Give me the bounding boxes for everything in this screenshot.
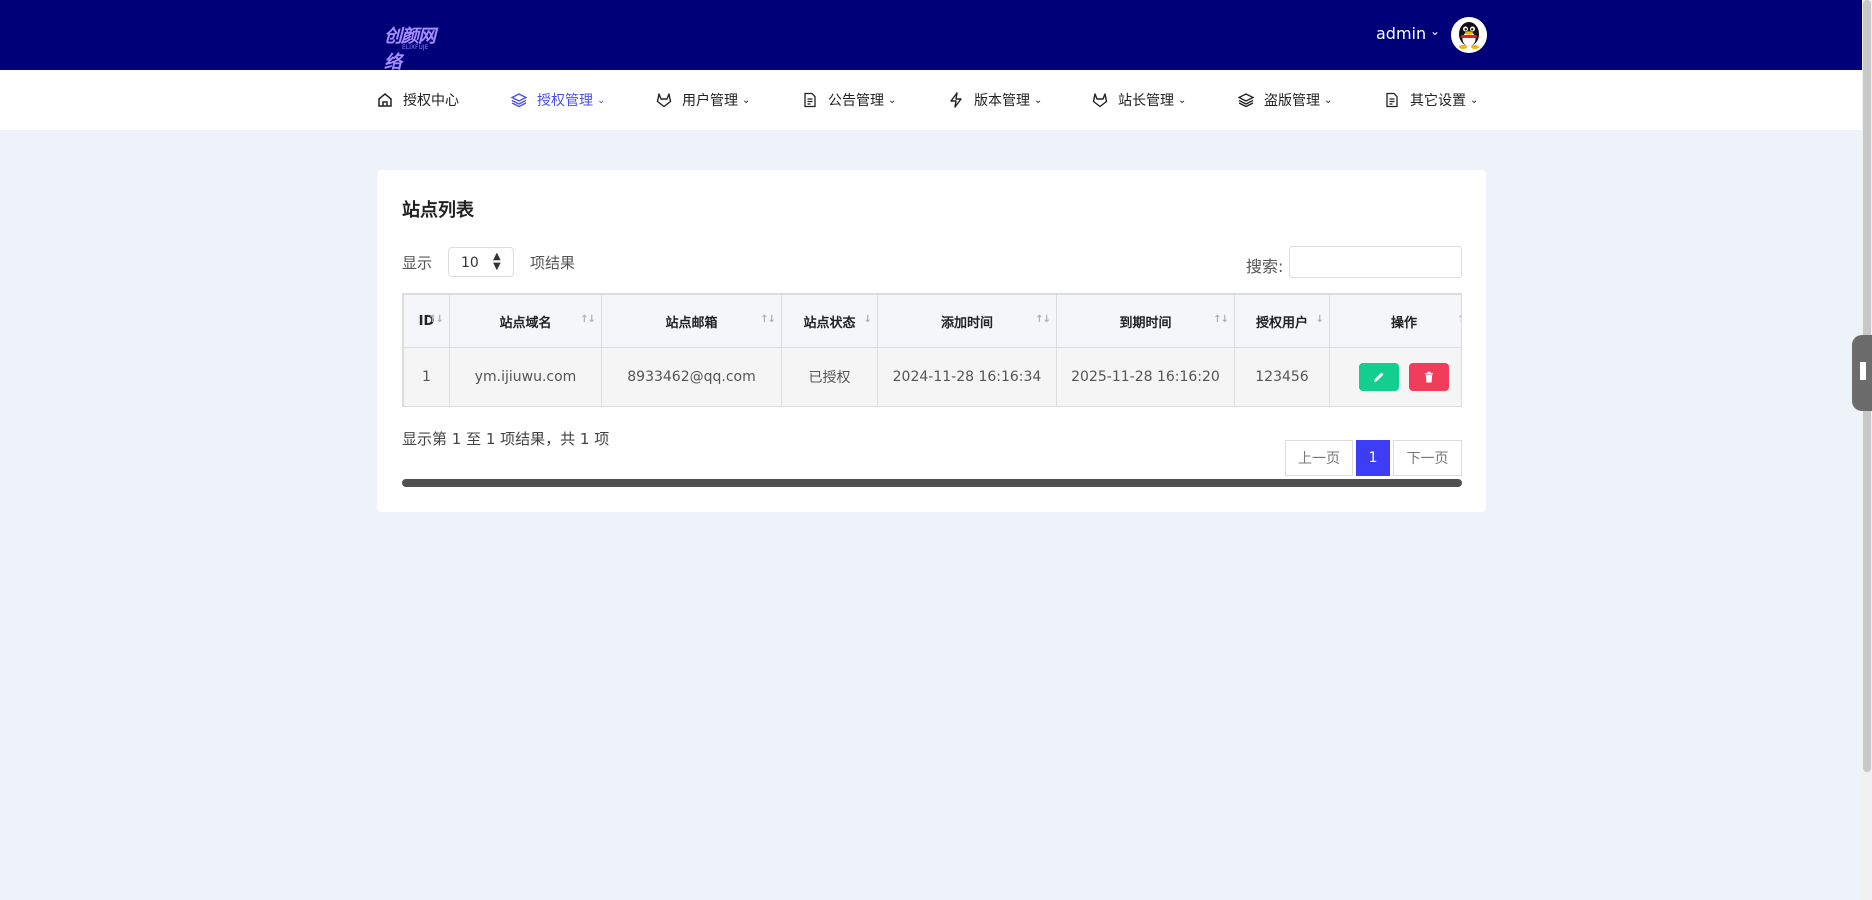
pencil-icon bbox=[1373, 372, 1384, 382]
nav-label: 盗版管理 bbox=[1264, 93, 1320, 109]
nav-item-version-manage[interactable]: 版本管理 ⌄ bbox=[948, 70, 1042, 130]
table-horizontal-scrollbar[interactable] bbox=[402, 479, 1462, 487]
nav-item-piracy-manage[interactable]: 盗版管理 ⌄ bbox=[1238, 70, 1332, 130]
search-label: 搜索: bbox=[1246, 257, 1284, 276]
sort-icon: ↓ bbox=[863, 314, 872, 325]
sort-icon: ↓ bbox=[1315, 314, 1324, 325]
cell-actions bbox=[1329, 347, 1461, 406]
cell-expires: 2025-11-28 16:16:20 bbox=[1056, 347, 1235, 406]
column-header-added[interactable]: 添加时间 ↑↓ bbox=[877, 294, 1057, 348]
file-text-icon bbox=[1386, 92, 1398, 108]
column-header-user[interactable]: 授权用户 ↓ bbox=[1234, 294, 1330, 348]
nav-label: 授权中心 bbox=[403, 93, 459, 109]
column-header-email[interactable]: 站点邮箱 ↑↓ bbox=[601, 294, 782, 348]
column-header-id[interactable]: ID ↑↓ bbox=[403, 294, 450, 348]
table-row: 1 ym.ijiuwu.com 8933462@qq.com 已授权 2024-… bbox=[403, 347, 1461, 406]
chevron-down-icon: ⌄ bbox=[1034, 94, 1043, 106]
table-info: 显示第 1 至 1 项结果，共 1 项 bbox=[402, 430, 610, 448]
chevron-down-icon: ⌄ bbox=[888, 94, 897, 106]
nav-label: 授权管理 bbox=[537, 93, 593, 109]
sort-icon: ↑↓ bbox=[1213, 314, 1229, 325]
column-header-label: 添加时间 bbox=[940, 315, 993, 331]
chevron-down-icon: ⌄ bbox=[1178, 94, 1187, 106]
nav-item-user-manage[interactable]: 用户管理 ⌄ bbox=[656, 70, 750, 130]
column-header-label: 站点邮箱 bbox=[665, 315, 718, 331]
nav-item-webmaster-manage[interactable]: 站长管理 ⌄ bbox=[1092, 70, 1186, 130]
column-header-expires[interactable]: 到期时间 ↑↓ bbox=[1056, 294, 1235, 348]
sort-icon: ↑↓ bbox=[1457, 314, 1461, 325]
page-size-value: 10 bbox=[461, 255, 479, 271]
site-table: ID ↑↓ 站点域名 ↑↓ 站点邮箱 ↑↓ 站点状态 ↓ 添加时间 ↑↓ 到期时间 ↑↓ 授… bbox=[402, 293, 1462, 407]
column-header-domain[interactable]: 站点域名 ↑↓ bbox=[449, 294, 602, 348]
file-text-icon bbox=[804, 92, 816, 108]
cell-user: 123456 bbox=[1234, 347, 1330, 406]
page-size-select[interactable]: 10 ▲ ▼ bbox=[448, 247, 514, 277]
search-input[interactable] bbox=[1289, 246, 1462, 278]
sort-icon: ↑↓ bbox=[760, 314, 776, 325]
nav-label: 版本管理 bbox=[974, 93, 1030, 109]
column-header-label: 操作 bbox=[1390, 315, 1417, 331]
column-header-label: 站点状态 bbox=[803, 315, 856, 331]
column-header-label: 站点域名 bbox=[499, 315, 552, 331]
cell-added: 2024-11-28 16:16:34 bbox=[877, 347, 1057, 406]
show-label: 显示 bbox=[402, 254, 433, 272]
logo-subtext: ELIXFUJE bbox=[402, 44, 429, 51]
column-header-label: 到期时间 bbox=[1119, 315, 1172, 331]
gitlab-icon bbox=[1092, 93, 1108, 108]
page-button-1[interactable]: 1 bbox=[1356, 440, 1390, 476]
cell-id: 1 bbox=[403, 347, 450, 406]
home-icon bbox=[378, 93, 392, 107]
chevron-down-icon: ⌄ bbox=[1324, 94, 1333, 106]
sort-icon: ↑↓ bbox=[1035, 314, 1051, 325]
nav-label: 公告管理 bbox=[828, 93, 884, 109]
layers-icon bbox=[511, 93, 527, 108]
trash-icon bbox=[1425, 371, 1434, 383]
cell-email: 8933462@qq.com bbox=[601, 347, 782, 406]
table-header-row: ID ↑↓ 站点域名 ↑↓ 站点邮箱 ↑↓ 站点状态 ↓ 添加时间 ↑↓ 到期时间 ↑↓ 授… bbox=[403, 294, 1461, 348]
qq-penguin-icon bbox=[1451, 17, 1487, 53]
chevron-down-icon: ⌄ bbox=[742, 94, 751, 106]
nav-label: 其它设置 bbox=[1410, 93, 1466, 109]
next-page-button[interactable]: 下一页 bbox=[1393, 440, 1462, 476]
sort-icon: ↑↓ bbox=[428, 314, 444, 325]
page-title: 站点列表 bbox=[402, 200, 474, 221]
sort-icon: ↑↓ bbox=[580, 314, 596, 325]
nav-item-other-settings[interactable]: 其它设置 ⌄ bbox=[1384, 70, 1478, 130]
edit-button[interactable] bbox=[1358, 363, 1399, 391]
avatar[interactable] bbox=[1451, 17, 1487, 53]
column-header-status[interactable]: 站点状态 ↓ bbox=[781, 294, 878, 348]
results-label: 项结果 bbox=[530, 254, 576, 272]
main-nav: 授权中心 授权管理 ⌄ 用户管理 ⌄ 公告管理 ⌄ 版本管理 ⌄ 站长管理 ⌄ … bbox=[0, 70, 1862, 130]
nav-item-notice-manage[interactable]: 公告管理 ⌄ bbox=[802, 70, 896, 130]
column-header-label: 授权用户 bbox=[1255, 315, 1308, 331]
column-header-actions[interactable]: 操作 ↑↓ bbox=[1329, 294, 1461, 348]
logo[interactable]: 创颜网络 ELIXFUJE bbox=[384, 18, 448, 73]
lightning-icon bbox=[950, 92, 962, 108]
cell-domain: ym.ijiuwu.com bbox=[449, 347, 602, 406]
nav-label: 用户管理 bbox=[682, 93, 738, 109]
nav-item-auth-center[interactable]: 授权中心 bbox=[377, 70, 459, 130]
nav-item-auth-manage[interactable]: 授权管理 ⌄ bbox=[511, 70, 605, 130]
cell-status: 已授权 bbox=[781, 347, 878, 406]
previous-page-button[interactable]: 上一页 bbox=[1285, 440, 1353, 476]
user-menu-name[interactable]: admin bbox=[1376, 24, 1426, 43]
select-arrows-icon: ▲ ▼ bbox=[493, 251, 501, 272]
chevron-down-icon: ⌄ bbox=[597, 94, 606, 106]
site-list-card: 站点列表 显示 10 ▲ ▼ 项结果 搜索: ID ↑↓ 站点域名 ↑↓ 站点邮箱 ↑↓… bbox=[377, 170, 1486, 512]
side-handle-grip-icon bbox=[1860, 362, 1866, 380]
layers-icon bbox=[1238, 93, 1254, 108]
chevron-down-icon[interactable]: ⌄ bbox=[1430, 24, 1440, 38]
chevron-down-icon: ⌄ bbox=[1470, 94, 1479, 106]
nav-label: 站长管理 bbox=[1118, 93, 1174, 109]
top-bar: 创颜网络 ELIXFUJE admin ⌄ bbox=[0, 0, 1862, 73]
gitlab-icon bbox=[656, 93, 672, 108]
delete-button[interactable] bbox=[1409, 363, 1450, 391]
